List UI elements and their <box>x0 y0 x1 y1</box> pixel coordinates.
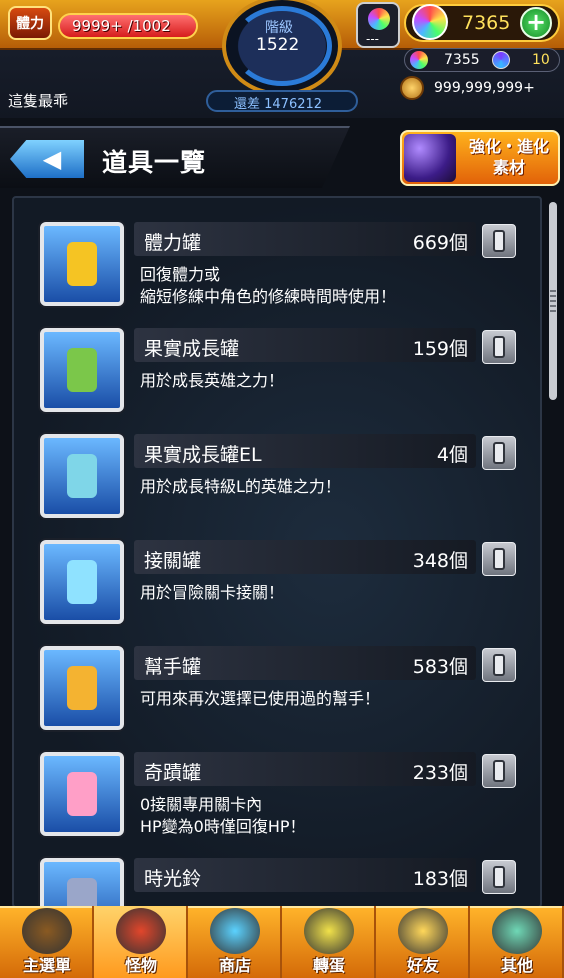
item-list[interactable]: 體力罐 669個 回復體力或 縮短修練中角色的修練時間時使用！ 果實成長罐 15… <box>12 196 542 908</box>
coin-icon <box>400 76 424 100</box>
list-item[interactable]: 時光鈴 183個 <box>14 822 540 906</box>
item-name: 時光鈴 <box>144 868 202 890</box>
nav-tab-2[interactable]: 商店 <box>188 906 282 978</box>
sub-orb-count: 7355 <box>444 52 480 68</box>
item-info-button[interactable] <box>482 648 516 682</box>
item-description: 用於成長特級L的英雄之力！ <box>140 477 341 496</box>
item-glyph <box>67 878 97 906</box>
info-icon <box>493 442 505 464</box>
orb-count: 7365 <box>462 12 511 34</box>
item-description: 用於冒險關卡接關！ <box>140 583 285 602</box>
list-item[interactable]: 體力罐 669個 回復體力或 縮短修練中角色的修練時間時使用！ <box>14 198 540 306</box>
item-info-button[interactable] <box>482 436 516 470</box>
item-description: 可用來再次選擇已使用過的幫手！ <box>140 689 381 708</box>
nav-tab-4[interactable]: 好友 <box>376 906 470 978</box>
item-name: 果實成長罐EL <box>144 444 262 466</box>
rank-next-text: 還差 1476212 <box>234 97 323 112</box>
item-info-button[interactable] <box>482 224 516 258</box>
item-glyph <box>67 348 97 392</box>
item-info-button[interactable] <box>482 754 516 788</box>
nav-tab-label: 怪物 <box>124 956 157 975</box>
rank-value: 1522 <box>256 35 300 55</box>
scrollbar-grip-icon <box>550 290 556 312</box>
main-menu-icon <box>22 908 72 954</box>
item-quantity: 583個 <box>412 656 468 678</box>
orb-icon <box>368 8 390 30</box>
enhance-material-label: 強化・進化 素材 <box>468 137 549 177</box>
nav-tab-0[interactable]: 主選單 <box>0 906 94 978</box>
stamina-text: 9999+ /1002 <box>72 17 171 35</box>
info-icon <box>493 760 505 782</box>
list-item[interactable]: 果實成長罐EL 4個 用於成長特級L的英雄之力！ <box>14 398 540 518</box>
info-icon <box>493 548 505 570</box>
item-glyph <box>67 242 97 286</box>
monster-icon <box>116 908 166 954</box>
time-bell-icon[interactable] <box>40 858 124 906</box>
item-quantity: 183個 <box>412 868 468 890</box>
item-name: 幫手罐 <box>144 656 202 678</box>
gacha-icon <box>304 908 354 954</box>
item-quantity: 669個 <box>412 232 468 254</box>
orb-small-label: --- <box>366 32 379 46</box>
item-quantity: 4個 <box>436 444 468 466</box>
item-glyph <box>67 454 97 498</box>
item-quantity: 233個 <box>412 762 468 784</box>
info-icon <box>493 336 505 358</box>
item-name: 接關罐 <box>144 550 202 572</box>
other-icon <box>492 908 542 954</box>
nav-tab-label: 轉蛋 <box>312 956 345 975</box>
rank-label: 階級 <box>265 20 293 36</box>
item-info-button[interactable] <box>482 860 516 894</box>
buy-orb-button[interactable]: + <box>520 7 552 39</box>
item-glyph <box>67 772 97 816</box>
list-item[interactable]: 果實成長罐 159個 用於成長英雄之力！ <box>14 292 540 412</box>
item-glyph <box>67 666 97 710</box>
item-name: 奇蹟罐 <box>144 762 202 784</box>
nav-tab-label: 好友 <box>406 956 439 975</box>
info-icon <box>493 230 505 252</box>
item-info-button[interactable] <box>482 542 516 576</box>
item-name: 體力罐 <box>144 232 202 254</box>
list-item[interactable]: 幫手罐 583個 可用來再次選擇已使用過的幫手！ <box>14 610 540 730</box>
nav-tab-label: 主選單 <box>22 956 71 975</box>
orb-gift-button[interactable]: --- <box>356 2 400 48</box>
coin-count: 999,999,999+ <box>434 80 535 96</box>
nav-tab-label: 商店 <box>218 956 251 975</box>
orb-icon <box>412 4 448 40</box>
info-icon <box>493 866 505 888</box>
item-glyph <box>67 560 97 604</box>
item-quantity: 348個 <box>412 550 468 572</box>
material-gems-icon <box>404 134 456 182</box>
page-title: 道具一覽 <box>102 148 207 177</box>
list-item[interactable]: 奇蹟罐 233個 0接關專用關卡內 HP變為0時僅回復HP！ <box>14 716 540 836</box>
swirl-icon <box>492 51 510 69</box>
swirl-count: 10 <box>532 52 550 68</box>
nav-tab-5[interactable]: 其他 <box>470 906 564 978</box>
friends-icon <box>398 908 448 954</box>
back-arrow-icon: ◀ <box>42 145 62 173</box>
item-quantity: 159個 <box>412 338 468 360</box>
shop-icon <box>210 908 260 954</box>
item-info-button[interactable] <box>482 330 516 364</box>
list-item[interactable]: 接關罐 348個 用於冒險關卡接關！ <box>14 504 540 624</box>
orb-icon <box>410 51 428 69</box>
nav-tab-3[interactable]: 轉蛋 <box>282 906 376 978</box>
nav-tab-1[interactable]: 怪物 <box>94 906 188 978</box>
item-name: 果實成長罐 <box>144 338 240 360</box>
nav-tab-label: 其他 <box>500 956 533 975</box>
item-description: 用於成長英雄之力！ <box>140 371 285 390</box>
player-name: 這隻最乖 <box>8 92 69 110</box>
stamina-icon: 體力 <box>8 6 52 40</box>
info-icon <box>493 654 505 676</box>
